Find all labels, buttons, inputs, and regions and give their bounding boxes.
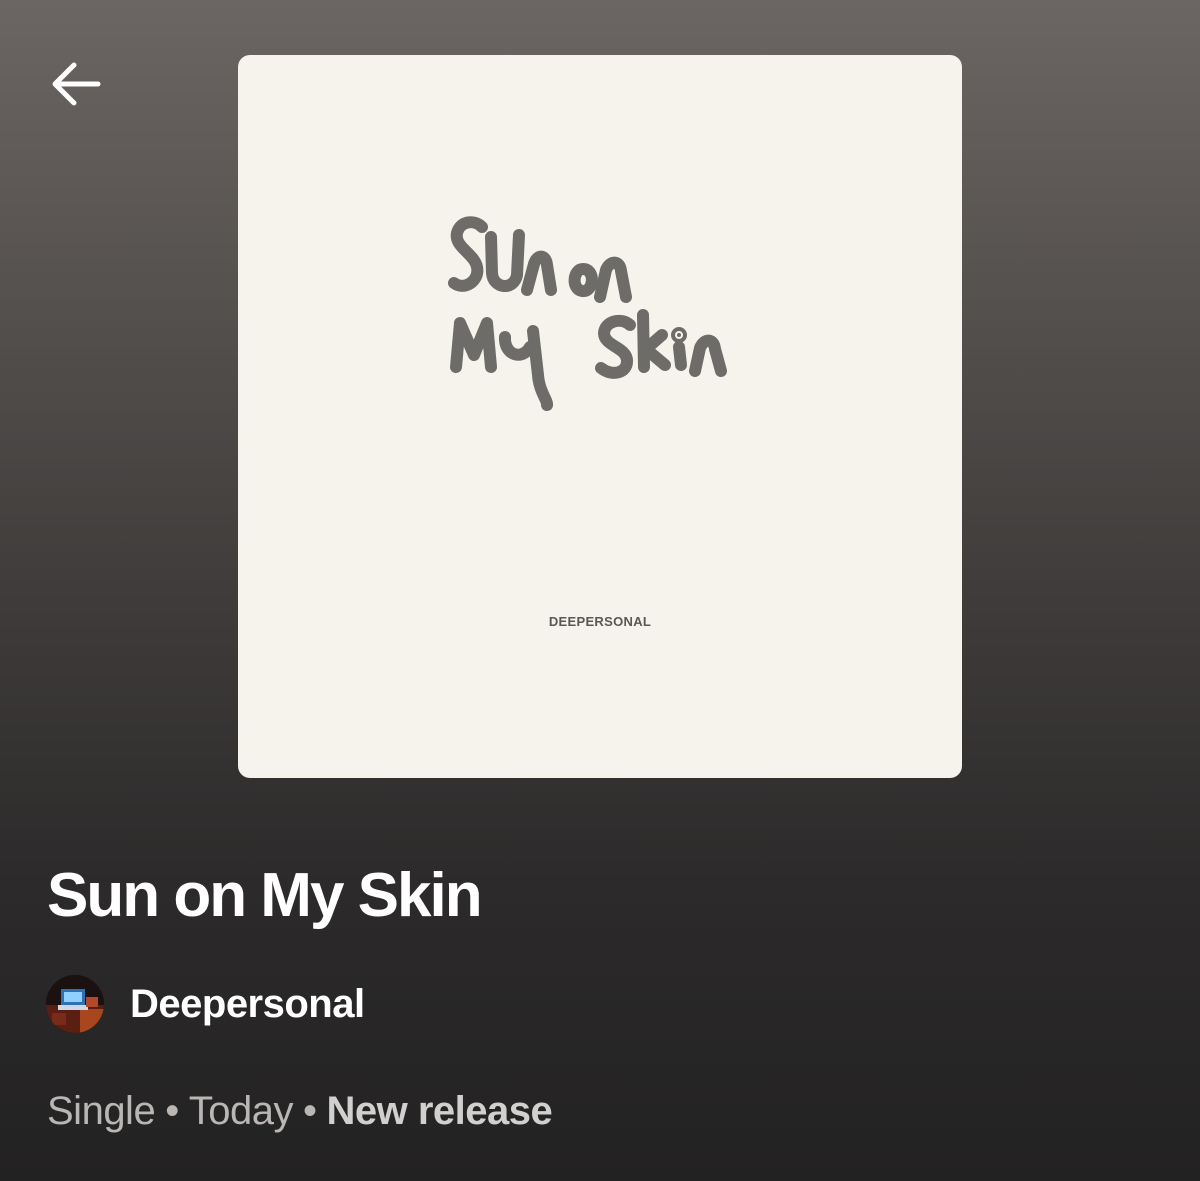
release-date: Today: [188, 1089, 294, 1133]
cover-handwritten-title: [448, 216, 727, 411]
meta-separator: •: [165, 1089, 179, 1133]
release-meta: Single • Today • New release: [47, 1086, 553, 1136]
album-title: Sun on My Skin: [47, 861, 483, 930]
album-cover: DEEPERSONAL: [238, 55, 962, 778]
arrow-left-icon: [52, 62, 101, 106]
artist-link[interactable]: Deepersonal: [46, 974, 365, 1034]
artist-name: Deepersonal: [130, 981, 365, 1026]
release-type: Single: [47, 1089, 156, 1133]
new-release-badge: New release: [326, 1089, 553, 1133]
artist-avatar: [46, 975, 104, 1033]
cover-artist-name: DEEPERSONAL: [548, 614, 652, 629]
meta-separator: •: [302, 1089, 317, 1133]
back-button[interactable]: [40, 48, 112, 120]
